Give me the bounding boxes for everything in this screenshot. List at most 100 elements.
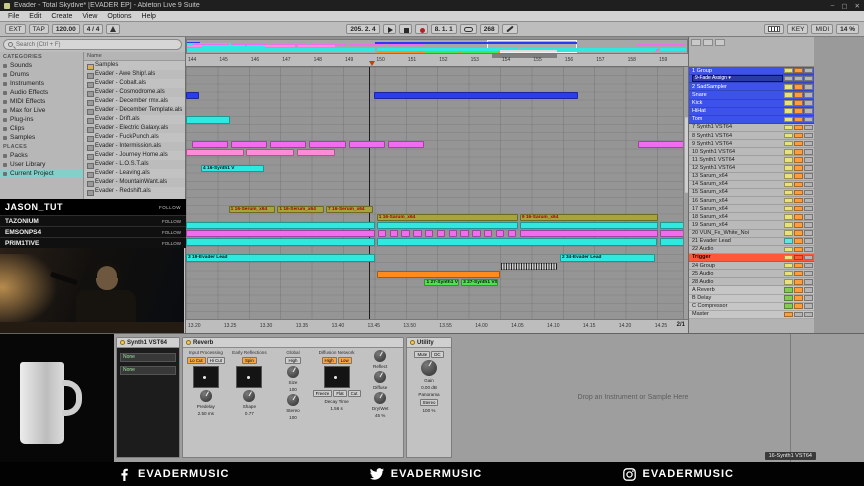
clip[interactable] (638, 141, 686, 148)
device-drop-area[interactable]: Drop an Instrument or Sample Here (454, 337, 812, 458)
mixer-cell[interactable] (804, 287, 813, 293)
mixer-cell[interactable] (794, 141, 803, 147)
midi-map-button[interactable]: MIDI (811, 24, 833, 34)
clip[interactable] (186, 238, 375, 245)
dry-wet-value[interactable]: 45 % (375, 413, 385, 418)
stereo-value[interactable]: 100 (289, 415, 297, 420)
mixer-cell[interactable] (784, 141, 793, 147)
mixer-cell[interactable] (784, 279, 793, 285)
clip[interactable] (231, 141, 267, 148)
lo-cut-button[interactable]: Lo Cut (187, 357, 206, 364)
browser-file-item[interactable]: Evader - Journey Home.als (84, 151, 185, 160)
mixer-cell[interactable] (804, 117, 813, 123)
clip[interactable] (246, 149, 294, 156)
maximize-button[interactable]: ▢ (841, 2, 847, 10)
mixer-cell[interactable] (784, 125, 793, 131)
clip[interactable] (186, 149, 244, 156)
category-item[interactable]: Plug-ins (0, 115, 83, 124)
mixer-cell[interactable] (784, 303, 793, 309)
mixer-cell[interactable] (804, 92, 813, 98)
mixer-cell[interactable] (794, 238, 803, 244)
menu-help[interactable]: Help (137, 13, 161, 20)
computer-midi-keyboard-button[interactable] (764, 24, 784, 34)
mixer-cell[interactable] (794, 100, 803, 106)
width-mode-chooser[interactable]: Stereo (420, 399, 439, 406)
flat-button[interactable]: Flat (333, 390, 346, 397)
mixer-cell[interactable] (804, 263, 813, 269)
mixer-cell[interactable] (784, 182, 793, 188)
clip[interactable] (186, 116, 230, 123)
size-value[interactable]: 100 (289, 387, 297, 392)
clip[interactable] (186, 92, 199, 99)
arrangement-overview[interactable] (186, 39, 688, 54)
menu-create[interactable]: Create (46, 13, 77, 20)
mixer-cell[interactable] (804, 68, 813, 74)
beat-time-ruler[interactable]: 1441451461471481491501511521531541551561… (186, 54, 688, 67)
stereo-knob[interactable] (287, 394, 299, 406)
mixer-cell[interactable] (804, 198, 813, 204)
stop-button[interactable] (399, 24, 412, 34)
items-column-header[interactable]: Name (84, 52, 185, 61)
mixer-cell[interactable] (794, 157, 803, 163)
mixer-cell[interactable] (804, 141, 813, 147)
mixer-section-toggle[interactable] (715, 39, 725, 46)
clip[interactable] (390, 230, 399, 237)
browser-file-item[interactable]: Evader - L.O.S.T.als (84, 160, 185, 169)
mixer-cell[interactable] (804, 165, 813, 171)
loop-length-display[interactable]: 268 (480, 24, 499, 34)
size-knob[interactable] (287, 366, 299, 378)
clip[interactable] (297, 149, 335, 156)
clip[interactable] (401, 230, 410, 237)
mixer-cell[interactable] (804, 230, 813, 236)
category-item[interactable]: Max for Live (0, 106, 83, 115)
reflect-knob[interactable] (374, 350, 386, 362)
clip[interactable] (192, 141, 228, 148)
diffuse-knob[interactable] (374, 371, 386, 383)
browser-file-item[interactable]: Evader - Awe Ship!.als (84, 70, 185, 79)
dry-wet-knob[interactable] (374, 392, 386, 404)
mixer-cell[interactable] (784, 222, 793, 228)
mixer-cell[interactable] (804, 84, 813, 90)
browser-search-input[interactable]: Search (Ctrl + F) (3, 39, 182, 50)
clip[interactable] (270, 141, 306, 148)
draw-mode-button[interactable] (502, 24, 518, 34)
mixer-cell[interactable] (804, 303, 813, 309)
mixer-cell[interactable] (784, 100, 793, 106)
clip[interactable] (186, 222, 375, 229)
mixer-cell[interactable] (784, 255, 793, 261)
mixer-cell[interactable] (804, 238, 813, 244)
clip[interactable] (520, 230, 659, 237)
clip[interactable] (500, 263, 558, 270)
category-item[interactable]: Clips (0, 124, 83, 133)
mixer-cell[interactable] (804, 279, 813, 285)
mixer-cell[interactable] (804, 125, 813, 131)
predelay-knob[interactable] (200, 390, 212, 402)
clip[interactable] (388, 141, 424, 148)
clip[interactable]: 1 27-Synth1 VS (424, 279, 458, 286)
mixer-cell[interactable] (794, 279, 803, 285)
mixer-cell[interactable] (784, 295, 793, 301)
mixer-cell[interactable] (784, 247, 793, 253)
mixer-cell[interactable] (784, 206, 793, 212)
mixer-cell[interactable] (784, 117, 793, 123)
mixer-cell[interactable] (784, 149, 793, 155)
mixer-cell[interactable] (794, 117, 803, 123)
mixer-cell[interactable] (784, 238, 793, 244)
clip[interactable]: 4 16-Synth1 V (201, 165, 264, 172)
mixer-cell[interactable] (794, 92, 803, 98)
mixer-cell[interactable] (794, 222, 803, 228)
mixer-cell[interactable] (794, 230, 803, 236)
mixer-cell[interactable] (794, 271, 803, 277)
mixer-cell[interactable] (784, 263, 793, 269)
mixer-cell[interactable] (784, 133, 793, 139)
tempo-display[interactable]: 120.00 (52, 24, 80, 34)
mixer-cell[interactable] (784, 287, 793, 293)
fade-assign-chooser[interactable]: 9-Fade Assign ▾ (692, 75, 783, 82)
clip[interactable] (496, 230, 505, 237)
category-item[interactable]: Audio Effects (0, 88, 83, 97)
browser-file-item[interactable]: Evader - December rmx.als (84, 97, 185, 106)
mixer-cell[interactable] (804, 247, 813, 253)
clip[interactable] (520, 222, 659, 229)
clip[interactable]: 2 34-Evader Lead (560, 254, 655, 261)
mixer-cell[interactable] (794, 125, 803, 131)
